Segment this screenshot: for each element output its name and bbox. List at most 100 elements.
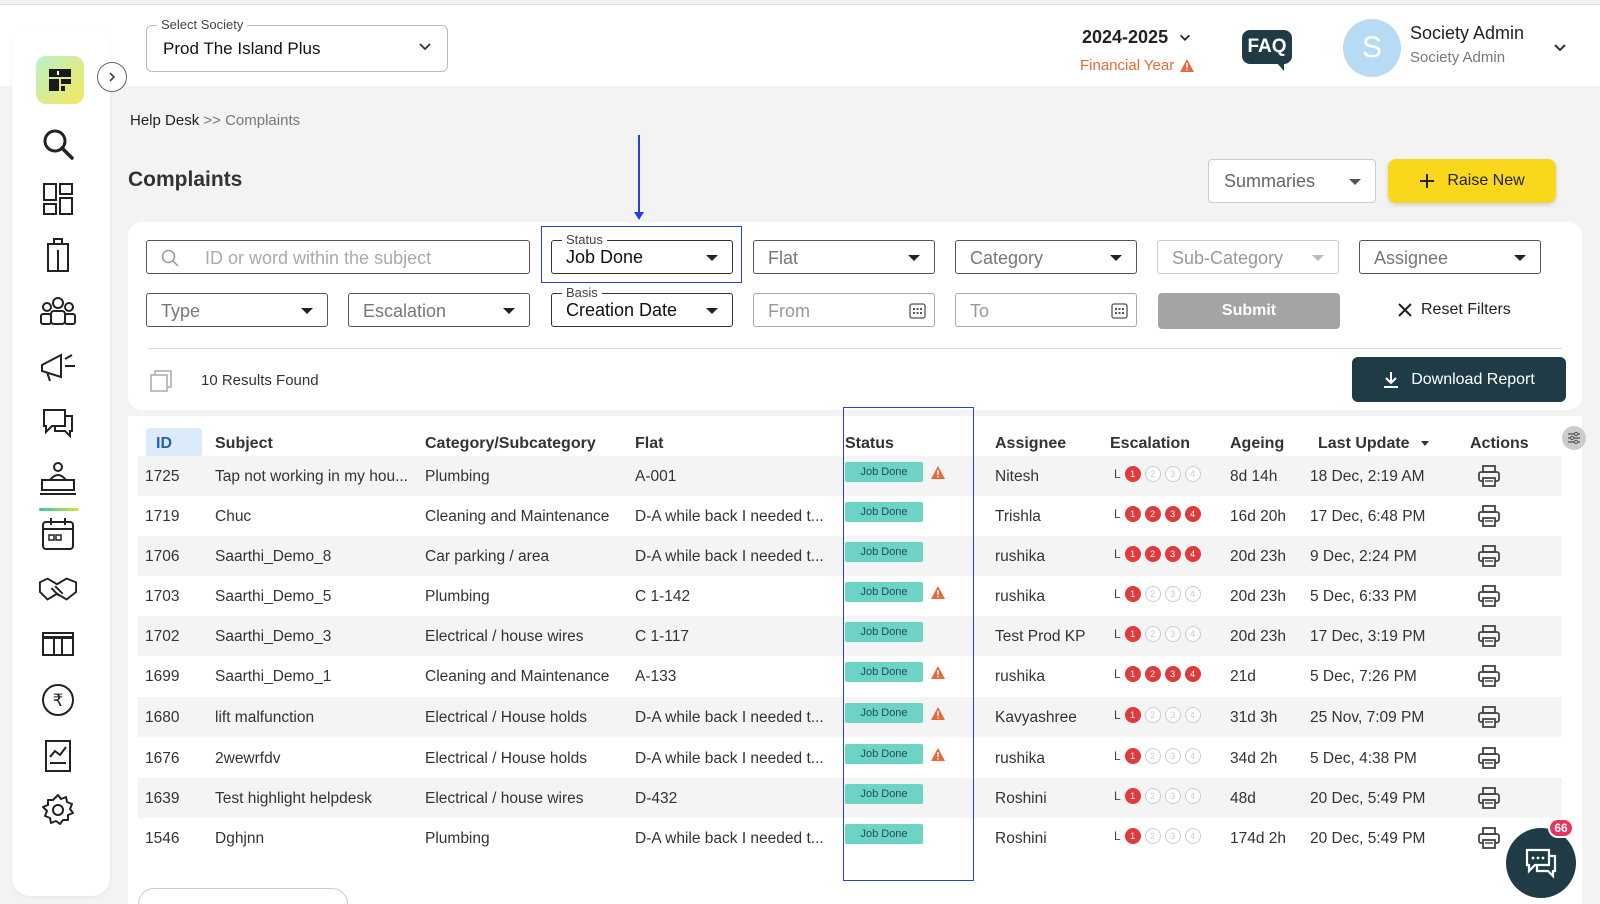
search-icon[interactable] bbox=[38, 124, 78, 164]
calendar-icon[interactable] bbox=[1111, 302, 1128, 319]
calendar-icon[interactable] bbox=[38, 514, 78, 554]
chat-button[interactable] bbox=[1506, 828, 1576, 898]
type-filter-label: Type bbox=[161, 301, 201, 321]
print-icon[interactable] bbox=[1477, 505, 1501, 532]
row-flat: A-001 bbox=[635, 468, 677, 485]
print-icon[interactable] bbox=[1477, 545, 1501, 572]
user-menu-chevron-icon[interactable] bbox=[1552, 40, 1568, 61]
print-icon[interactable] bbox=[1477, 706, 1501, 733]
settings-icon[interactable] bbox=[38, 790, 78, 830]
row-assignee: Kavyashree bbox=[995, 709, 1077, 726]
print-icon[interactable] bbox=[1477, 585, 1501, 612]
submit-button[interactable]: Submit bbox=[1158, 293, 1340, 329]
dashboard-icon[interactable] bbox=[38, 179, 78, 219]
search-input[interactable]: ID or word within the subject bbox=[146, 240, 530, 274]
rupee-icon[interactable]: ₹ bbox=[38, 680, 78, 720]
user-name: Society Admin bbox=[1410, 23, 1525, 43]
row-subject[interactable]: Test highlight helpdesk bbox=[215, 790, 410, 808]
status-column-highlight bbox=[843, 407, 974, 881]
escalation-prefix: L bbox=[1114, 467, 1121, 481]
report-icon[interactable] bbox=[38, 736, 78, 776]
announcement-icon[interactable] bbox=[38, 347, 78, 387]
escalation-level-4: 4 bbox=[1184, 626, 1201, 642]
print-icon[interactable] bbox=[1477, 747, 1501, 774]
row-id: 1699 bbox=[145, 668, 180, 685]
column-settings-icon[interactable] bbox=[1562, 426, 1586, 450]
id-column-header[interactable]: ID bbox=[146, 428, 202, 465]
row-subject[interactable]: Tap not working in my hou... bbox=[215, 468, 410, 486]
print-icon[interactable] bbox=[1477, 465, 1501, 492]
reset-filters-button[interactable]: Reset Filters bbox=[1397, 301, 1511, 319]
escalation-level-3: 3 bbox=[1164, 666, 1181, 682]
print-icon[interactable] bbox=[1477, 827, 1501, 854]
row-assignee: rushika bbox=[995, 668, 1045, 685]
category-filter[interactable]: Category bbox=[955, 240, 1137, 274]
row-subject[interactable]: Saarthi_Demo_8 bbox=[215, 548, 410, 566]
building-icon[interactable] bbox=[38, 235, 78, 275]
row-last-update: 20 Dec, 5:49 PM bbox=[1310, 790, 1426, 807]
amenities-icon[interactable] bbox=[38, 624, 78, 664]
row-last-update: 9 Dec, 2:24 PM bbox=[1310, 548, 1417, 565]
row-subject[interactable]: Dghjnn bbox=[215, 830, 410, 848]
flat-filter[interactable]: Flat bbox=[753, 240, 935, 274]
sidebar-collapse-button[interactable] bbox=[97, 62, 127, 92]
last-update-column-header[interactable]: Last Update bbox=[1318, 435, 1430, 453]
community-icon[interactable] bbox=[38, 291, 78, 331]
calendar-icon[interactable] bbox=[909, 302, 926, 319]
from-date-input[interactable]: From bbox=[753, 293, 935, 327]
society-select-value: Prod The Island Plus bbox=[163, 39, 321, 58]
row-ageing: 48d bbox=[1230, 790, 1256, 807]
ageing-column-header[interactable]: Ageing bbox=[1230, 435, 1284, 453]
row-subject[interactable]: lift malfunction bbox=[215, 709, 410, 727]
escalation-level-2: 2 bbox=[1144, 546, 1161, 562]
annotation-arrow-head bbox=[634, 212, 644, 220]
basis-filter[interactable]: Basis Creation Date bbox=[551, 285, 733, 327]
basis-filter-value: Creation Date bbox=[566, 300, 678, 320]
type-filter[interactable]: Type bbox=[146, 293, 328, 327]
annotation-arrow bbox=[638, 135, 640, 215]
pagination[interactable] bbox=[138, 888, 348, 904]
chat-icon[interactable] bbox=[38, 403, 78, 443]
helpdesk-icon[interactable] bbox=[38, 458, 78, 498]
row-subject[interactable]: Chuc bbox=[215, 508, 410, 526]
subject-column-header[interactable]: Subject bbox=[215, 435, 273, 453]
faq-button[interactable]: FAQ bbox=[1242, 30, 1292, 71]
escalation-level-3: 3 bbox=[1164, 586, 1181, 602]
society-select[interactable]: Select Society Prod The Island Plus bbox=[146, 17, 448, 72]
row-subject[interactable]: Saarthi_Demo_1 bbox=[215, 668, 410, 686]
raise-new-button[interactable]: Raise New bbox=[1388, 159, 1556, 203]
to-date-input[interactable]: To bbox=[955, 293, 1137, 327]
logo-icon[interactable] bbox=[36, 56, 84, 104]
row-subject[interactable]: Saarthi_Demo_5 bbox=[215, 588, 410, 606]
breadcrumb-helpdesk[interactable]: Help Desk bbox=[130, 112, 199, 129]
print-icon[interactable] bbox=[1477, 787, 1501, 814]
print-icon[interactable] bbox=[1477, 665, 1501, 692]
select-all-checkbox[interactable] bbox=[150, 370, 172, 392]
assignee-filter[interactable]: Assignee bbox=[1359, 240, 1541, 274]
flat-column-header[interactable]: Flat bbox=[635, 435, 663, 453]
sub-category-filter[interactable]: Sub-Category bbox=[1157, 240, 1339, 274]
avatar[interactable]: S bbox=[1343, 19, 1401, 77]
row-flat: C 1-142 bbox=[635, 588, 691, 605]
category-column-header[interactable]: Category/Subcategory bbox=[425, 435, 596, 453]
escalation-prefix: L bbox=[1114, 749, 1121, 763]
escalation-column-header[interactable]: Escalation bbox=[1110, 435, 1190, 453]
escalation-filter[interactable]: Escalation bbox=[348, 293, 530, 327]
breadcrumb: Help Desk >> Complaints bbox=[130, 112, 300, 129]
year-selector[interactable]: 2024-2025 bbox=[1082, 27, 1192, 48]
assignee-filter-label: Assignee bbox=[1374, 248, 1449, 268]
summaries-dropdown[interactable]: Summaries bbox=[1208, 159, 1376, 203]
row-category: Plumbing bbox=[425, 468, 490, 485]
print-icon[interactable] bbox=[1477, 625, 1501, 652]
escalation-levels: L1234 bbox=[1114, 546, 1201, 562]
escalation-levels: L1234 bbox=[1114, 626, 1201, 642]
row-subject[interactable]: Saarthi_Demo_3 bbox=[215, 628, 410, 646]
download-report-button[interactable]: Download Report bbox=[1352, 357, 1566, 402]
escalation-level-1: 1 bbox=[1124, 506, 1141, 522]
escalation-level-3: 3 bbox=[1164, 466, 1181, 482]
row-subject[interactable]: 2wewrfdv bbox=[215, 750, 410, 768]
escalation-level-1: 1 bbox=[1124, 707, 1141, 723]
handshake-icon[interactable] bbox=[38, 569, 78, 609]
warning-icon bbox=[1180, 59, 1195, 72]
assignee-column-header[interactable]: Assignee bbox=[995, 435, 1066, 453]
